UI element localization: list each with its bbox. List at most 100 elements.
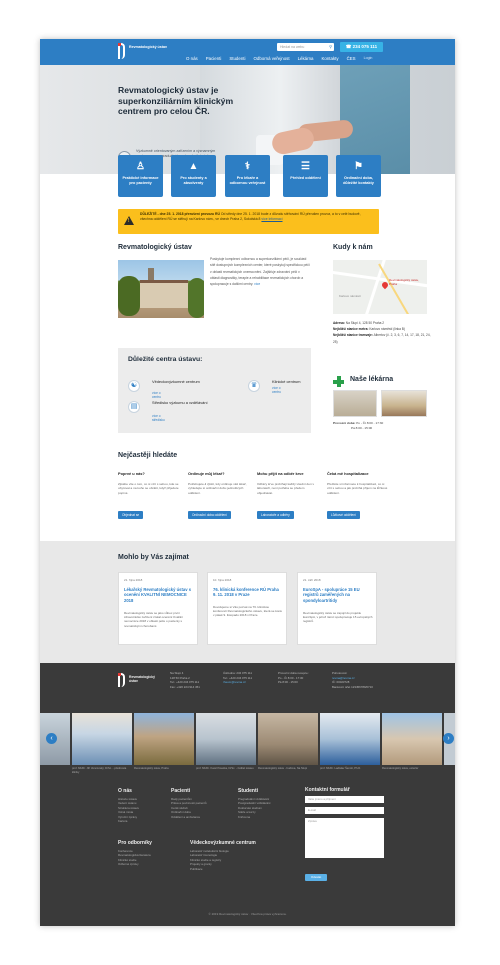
tile-label: Pro studenty a absolventy (180, 176, 207, 185)
contact-form: Kontaktní formulář Vaše jméno a příjmení… (305, 787, 385, 887)
hours-row: Po - Čt 8:00 - 17:30 (356, 421, 384, 425)
nav-item-pacienti[interactable]: Pacienti (202, 54, 226, 64)
gallery-image[interactable] (320, 713, 380, 765)
news-card[interactable]: 21. září 2018 EuroSpA - spolupráce 15 EU… (297, 572, 377, 645)
gallery-caption: Revmatologický ústav, exteriér (382, 767, 419, 770)
patient-icon: ♙ (136, 161, 145, 172)
tile-label: Praktické informace pro pacienty (122, 176, 159, 185)
chevron-left-icon[interactable]: ‹ (46, 733, 57, 744)
footer-link[interactable]: Odborné zprávy (118, 862, 152, 866)
faq-button[interactable]: Objednat se (118, 511, 144, 519)
search-input[interactable]: Hledat na webu ⚲ (277, 43, 334, 51)
institute-photo-tree-right (188, 278, 204, 318)
gallery-image[interactable] (382, 713, 442, 765)
news-card[interactable]: 21. října 2018 Lékařský Revmatologický ú… (118, 572, 198, 645)
email-field[interactable]: E-mail (305, 807, 384, 814)
gallery-image[interactable] (258, 713, 318, 765)
gallery-image[interactable] (72, 713, 132, 765)
search-icon[interactable]: ⚲ (329, 44, 332, 49)
submit-button[interactable]: Odeslat (305, 874, 327, 881)
news-title[interactable]: 76. klinická konference RÚ Praha 9. 11. … (213, 587, 283, 598)
name-field[interactable]: Vaše jméno a příjmení (305, 796, 384, 803)
nav-item-odborna-verejnost[interactable]: Odborná veřejnost (249, 54, 293, 64)
center-more-link[interactable]: více o centru (152, 391, 161, 399)
footer-links-studenti: Studenti Pregraduální vzdělávání Postgra… (238, 787, 270, 819)
footer-links-vedecke: Vědeckovýzkumné centrum Laboratoř moleku… (190, 839, 256, 871)
chevron-right-icon[interactable]: › (443, 733, 454, 744)
footer-link[interactable]: Kariéra (118, 819, 139, 823)
faq-answer: Zjistěte vše o tom, co si vzít s sebou, … (118, 482, 179, 495)
nav-item-studenti[interactable]: Studenti (225, 54, 249, 64)
footer-logo[interactable]: Revmatologický ústav (118, 673, 158, 689)
gallery-image[interactable] (134, 713, 194, 765)
tile-doctors[interactable]: ⚕ Pro lékaře a odbornou veřejnost (225, 155, 270, 197)
nav-item-lekarna[interactable]: Lékárna (294, 54, 318, 64)
footer-link[interactable]: Knihovna (238, 815, 270, 819)
pharmacy-hours: Provozní doba: Po - Čt 8:00 - 17:30 Pá 8… (333, 421, 427, 431)
message-field[interactable]: Zpráva (305, 818, 384, 858)
footer-links-title: O nás (118, 788, 132, 794)
faq-button[interactable]: Lůžkové oddělení (327, 511, 360, 519)
tile-contacts[interactable]: ⚑ Ordinační doba, důležité kontakty (336, 155, 381, 197)
faq-item: Mohu přijít na odběr krve Odběry krve pr… (257, 471, 319, 519)
nav-item-kontakty[interactable]: Kontakty (317, 54, 342, 64)
tile-departments[interactable]: ☰ Přehled oddělení (283, 155, 328, 197)
footer-links-odbornici: Pro odborníky Konference Revmatologická … (118, 839, 152, 867)
map-road (378, 263, 410, 314)
tile-label: Ordinační doba, důležité kontakty (343, 176, 374, 185)
footer-links-pacienti: Pacienti Rady pacientům Práva a povinnos… (171, 787, 207, 819)
news-text: Revmatologický ústav se zapojil do proje… (303, 611, 373, 624)
phone-button[interactable]: ☎ 234 075 111 (340, 42, 383, 52)
news-heading: Mohlo by Vás zajímat (118, 554, 189, 561)
footer-contact-col: Na Slupi 4 128 50 Praha 2 Tel.: +420 234… (170, 671, 200, 689)
faq-answer: Odběry krve probíhají každý všední den v… (257, 482, 315, 495)
site-logo[interactable]: Revmatologický ústav (118, 43, 173, 61)
faq-answer: Potřebujete-li zjistit, kdy ordinuje váš… (188, 482, 247, 495)
graduation-cap-icon: ▲ (188, 161, 199, 172)
faq-button[interactable]: Ordinační doba oddělení (188, 511, 231, 519)
center-name: Klinické centrum (272, 379, 301, 384)
location-map[interactable]: Revmatologický ústav, Praha Karlovo námě… (333, 260, 427, 314)
tile-patients[interactable]: ♙ Praktické informace pro pacienty (118, 155, 163, 197)
nav-item-o-nas[interactable]: O nás (182, 54, 202, 64)
institute-heading: Revmatologický ústav (118, 244, 192, 251)
news-title[interactable]: EuroSpA - spolupráce 15 EU registrů zamě… (303, 587, 373, 603)
faq-answer: Přečtěte si informace k hospitalizaci, c… (327, 482, 388, 495)
address-label: Adresa: (333, 321, 345, 325)
important-notice: DŮLEŽITÉ - dne 25. 1. 2018 přerušení pro… (118, 209, 379, 234)
main-nav: O nás Pacienti Studenti Odborná veřejnos… (182, 54, 452, 64)
footer-link[interactable]: Publikace (190, 867, 256, 871)
faq-question: Poprvé u nás? (118, 471, 145, 476)
footer-line: Bankovní účet 123456789/0710 (332, 684, 373, 689)
gallery-caption: prof. MUDr. Karel Pavelka, DrSc. - ředit… (196, 767, 254, 770)
tile-students[interactable]: ▲ Pro studenty a absolventy (171, 155, 216, 197)
tile-label: Pro lékaře a odbornou veřejnost (229, 176, 266, 185)
center-more-link[interactable]: více o středisku (152, 414, 165, 422)
faq-heading: Nejčastěji hledáte (118, 452, 178, 459)
footer-line: Fax: +420 224 914 451 (170, 684, 200, 689)
nav-item-ces[interactable]: ČES (343, 54, 360, 64)
news-title[interactable]: Lékařský Revmatologický ústav s ocenění … (124, 587, 194, 603)
news-date: 21. září 2018 (303, 578, 321, 582)
faq-question: Ordinuje můj lékař? (188, 471, 225, 476)
center-more-link[interactable]: více o centru (272, 386, 281, 394)
faq-button[interactable]: Laboratoře a odběry (257, 511, 294, 519)
metro-label: Nejbližší stanice metra: (333, 327, 369, 332)
institute-more-link[interactable]: více (254, 282, 260, 286)
footer-links-title: Pacienti (171, 788, 191, 794)
news-card[interactable]: 10. října 2018 76. klinická konference R… (207, 572, 287, 645)
search-placeholder: Hledat na webu (280, 45, 305, 49)
map-place-label: Karlovo náměstí (339, 294, 361, 298)
institute-photo-building (140, 280, 188, 308)
nav-item-login[interactable]: Login (360, 54, 377, 64)
footer-email-link[interactable]: rheum@revma.cz (223, 680, 252, 685)
gallery-image[interactable] (196, 713, 256, 765)
footer-links-o-nas: O nás Historie ústavu Vedení ústavu Stru… (118, 787, 139, 823)
map-icon: ⚑ (354, 161, 363, 172)
footer-links-title: Pro odborníky (118, 840, 152, 846)
address-block: Adresa: Na Slupi 4, 128 50 Praha 2 Nejbl… (333, 320, 433, 345)
metro-value: Karlovo náměstí (linka B) (369, 327, 405, 332)
document-icon: ☰ (301, 161, 310, 172)
footer-link[interactable]: Oddělení a ambulance (171, 815, 207, 819)
notice-link[interactable]: více informací (261, 217, 282, 221)
